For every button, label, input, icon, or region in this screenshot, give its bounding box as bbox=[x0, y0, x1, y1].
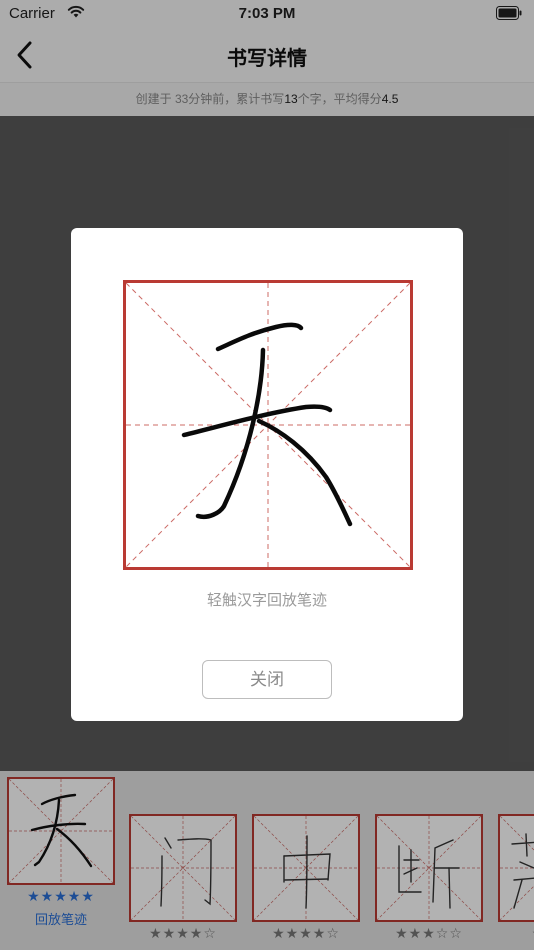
character-detail-modal: 轻触汉字回放笔迹 关闭 bbox=[71, 228, 463, 721]
replay-hint: 轻触汉字回放笔迹 bbox=[206, 592, 327, 609]
tian-strokes-large bbox=[126, 283, 410, 567]
character-writing-grid[interactable] bbox=[123, 280, 413, 570]
close-button[interactable]: 关闭 bbox=[202, 660, 332, 699]
